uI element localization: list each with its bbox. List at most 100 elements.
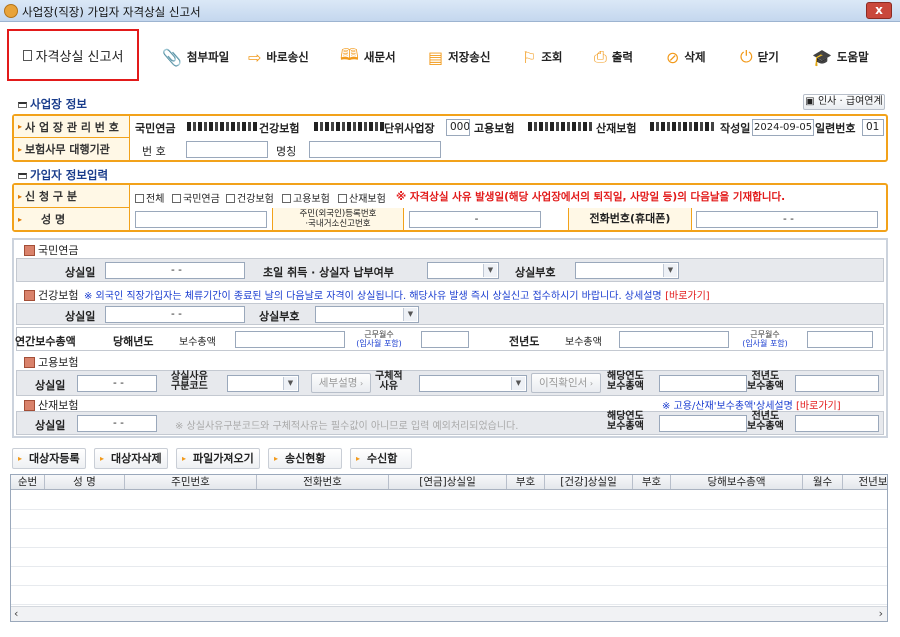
written-date-input[interactable]: 2024-09-05 [752,119,814,136]
prev-work-months-input[interactable] [807,331,873,348]
title-bar: 사업장(직장) 가입자 자격상실 신고서 x [0,0,900,22]
industrial-current-pay-input[interactable] [659,415,747,432]
import-file-button[interactable]: ▸ 파일가져오기 [176,448,260,469]
section-square-icon [24,290,35,301]
work-months-input[interactable] [421,331,469,348]
phone-input[interactable]: - - [696,211,878,228]
inbox-button[interactable]: ▸ 수신함 [350,448,412,469]
health-loss-date-input[interactable]: - - [105,306,245,323]
resident-no-input[interactable]: - [409,211,541,228]
search-button[interactable]: ⚐ 조회 [522,47,563,67]
checkbox-icon [338,194,347,203]
pension-loss-date-label: 상실일 [65,266,96,279]
specific-reason-select[interactable]: ▼ [419,375,527,392]
col-header[interactable]: [연금]상실일 [389,475,507,489]
health-loss-date-label: 상실일 [65,310,96,323]
serial-input[interactable]: 01 [862,119,884,136]
agent-no-input[interactable] [186,141,268,158]
grid-body[interactable] [11,491,887,605]
pension-loss-date-input[interactable]: - - [105,262,245,279]
prev-total-pay-input[interactable] [619,331,729,348]
prev-work-months-label: 근무월수 (입사월 포함) [742,330,788,348]
col-header[interactable]: 월수 [803,475,843,489]
delete-target-button[interactable]: ▸ 대상자삭제 [94,448,168,469]
health-detail-link[interactable]: [바로가기] [665,291,710,302]
name-label: ▸ 성 명 [14,208,130,230]
loss-reason-code-select[interactable]: ▼ [227,375,299,392]
pension-first-month-select[interactable]: ▼ [427,262,499,279]
form-title-label: 자격상실 신고서 [35,49,124,65]
check-all[interactable]: 전체 [135,190,164,205]
health-annual-row: 연간보수총액 당해년도 보수총액 근무월수 (입사월 포함) 전년도 보수총액 근… [15,327,884,351]
close-form-button[interactable]: ⏻ 닫기 [740,47,779,67]
pension-code-label: 상실부호 [515,266,556,279]
detail-explanation-button[interactable]: 세부설명 › [311,373,371,393]
save-send-button[interactable]: ▤ 저장송신 [428,47,490,67]
pension-code-select[interactable]: ▼ [575,262,679,279]
check-employment[interactable]: 고용보험 [282,190,330,205]
col-header[interactable]: 순번 [11,475,45,489]
form-title: 자격상실 신고서 [7,29,139,81]
col-header[interactable]: 전년보 [843,475,888,489]
col-header[interactable]: [건강]상실일 [545,475,633,489]
col-header[interactable]: 주민번호 [125,475,257,489]
horizontal-scrollbar[interactable]: ‹ › [11,606,887,621]
send-status-button[interactable]: ▸ 송신현황 [268,448,342,469]
check-health[interactable]: 건강보험 [226,190,274,205]
separation-certificate-button[interactable]: 이직확인서 › [531,373,601,393]
agent-no-label: 번 호 [142,145,166,158]
industrial-prev-pay-label: 전년도 보수총액 [747,411,784,432]
employment-prev-pay-input[interactable] [795,375,879,392]
chevron-right-icon: › [587,379,594,388]
subscriber-section-title: 가입자 정보입력 [18,167,108,183]
check-industrial[interactable]: 산재보험 [338,190,386,205]
col-header[interactable]: 성 명 [45,475,125,489]
check-pension[interactable]: 국민연금 [172,190,220,205]
apply-type-label: ▸ 신 청 구 분 [14,185,130,208]
checkbox-icon [135,194,144,203]
health-row: 상실일 - - 상실부호 ▼ [16,303,884,325]
industrial-loss-date-label: 상실일 [35,419,66,432]
employment-section-title: 고용보험 [24,354,78,370]
attach-button[interactable]: 📎 첨부파일 [162,47,229,67]
name-input[interactable] [135,211,267,228]
scroll-left-icon[interactable]: ‹ [14,607,18,620]
save-icon: ▤ [428,47,444,67]
col-header[interactable]: 당해보수총액 [671,475,803,489]
chevron-down-icon: ▼ [663,264,677,277]
close-button[interactable]: x [866,2,892,19]
prev-total-pay-label: 보수총액 [565,337,602,348]
workplace-mgmt-label: ▸ 사 업 장 관 리 번 호 [14,116,130,138]
col-header[interactable]: 부호 [633,475,671,489]
col-header[interactable]: 전화번호 [257,475,389,489]
print-button[interactable]: ⎙ 출력 [594,47,633,67]
health-code-select[interactable]: ▼ [315,306,419,323]
health-notice: ※ 외국인 직장가입자는 체류기간이 종료된 날의 다음날로 자격이 상실됩니다… [83,291,662,302]
col-header[interactable]: 부호 [507,475,545,489]
resident-no-label: 주민(외국인)등록번호 ·국내거소신고번호 [272,208,404,230]
annual-pay-label: 연간보수총액 [15,335,76,348]
employment-loss-date-input[interactable]: - - [77,375,157,392]
current-total-pay-input[interactable] [235,331,345,348]
chevron-down-icon: ▼ [511,377,525,390]
industrial-prev-pay-input[interactable] [795,415,879,432]
unit-input[interactable]: 000 [446,119,470,136]
help-button[interactable]: 🎓 도움말 [812,47,869,67]
direct-send-button[interactable]: ⇨ 바로송신 [248,47,309,67]
scroll-right-icon[interactable]: › [879,607,883,620]
agent-name-input[interactable] [309,141,441,158]
printer-icon: ⎙ [594,47,607,66]
hr-payroll-link-button[interactable]: ▣ 인사 · 급여연계 [803,94,885,110]
document-icon [22,49,32,61]
insurance-details-box: 국민연금 상실일 - - 초일 취득 · 상실자 납부여부 ▼ 상실부호 ▼ 건… [12,238,888,438]
industrial-loss-date-input[interactable]: - - [77,415,157,432]
delete-button[interactable]: ⊘ 삭제 [666,47,706,67]
register-target-button[interactable]: ▸ 대상자등록 [12,448,86,469]
workplace-section-title: 사업장 정보 [18,96,87,112]
pension-row: 상실일 - - 초일 취득 · 상실자 납부여부 ▼ 상실부호 ▼ [16,258,884,282]
new-document-button[interactable]: 🕮 새문서 [340,45,396,67]
subscriber-grid[interactable]: 순번 성 명 주민번호 전화번호 [연금]상실일 부호 [건강]상실일 부호 당… [10,474,888,622]
employment-current-pay-input[interactable] [659,375,747,392]
specific-reason-label: 구체적 사유 [375,371,403,392]
industrial-current-pay-label: 해당연도 보수총액 [607,411,644,432]
